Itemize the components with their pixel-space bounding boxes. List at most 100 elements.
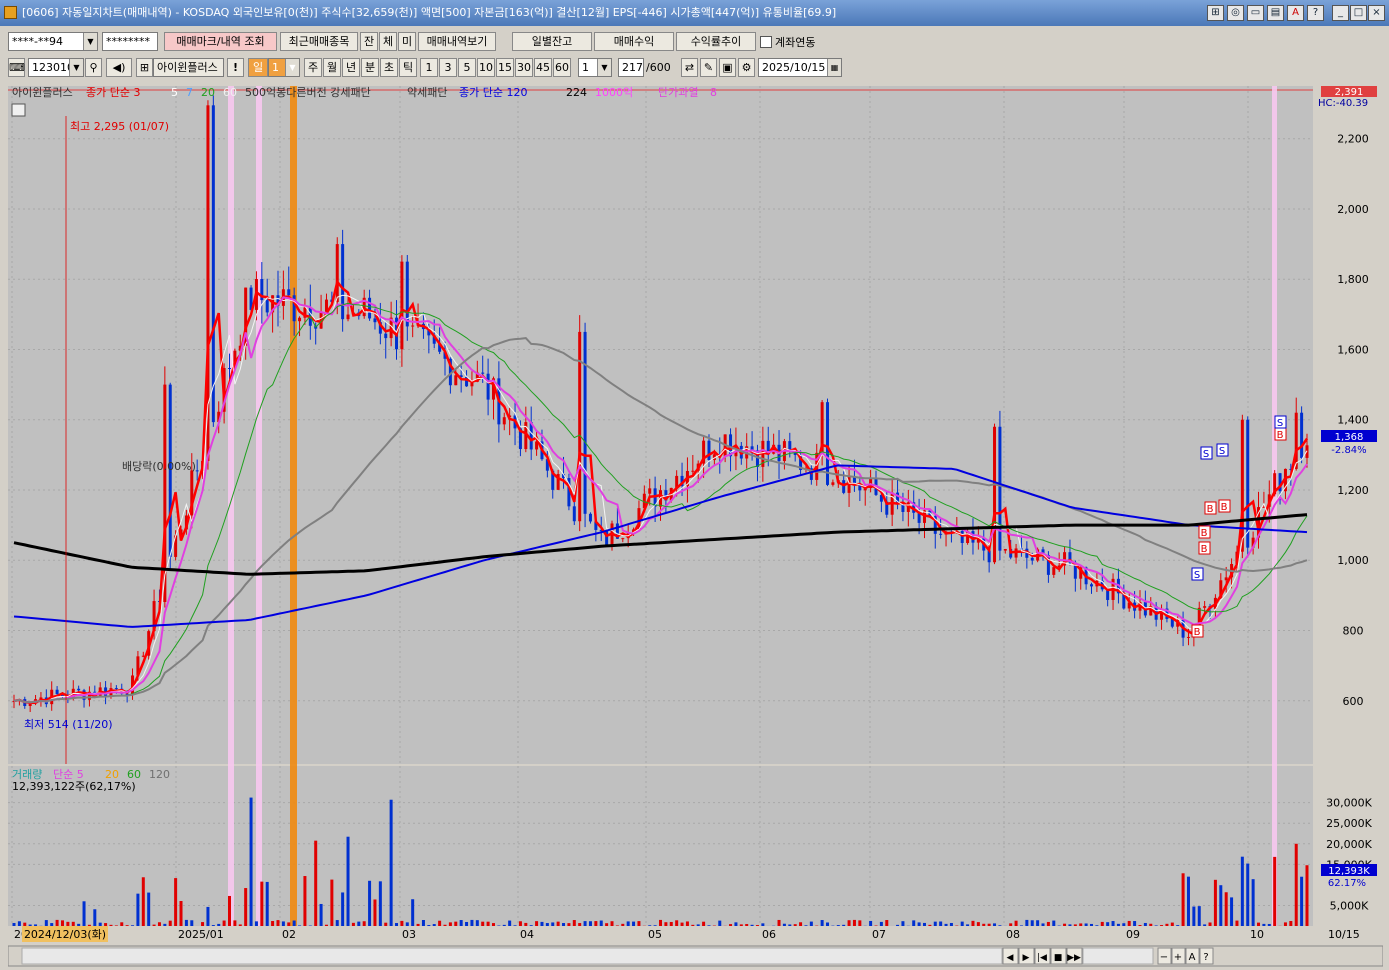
chevron-down-icon[interactable]: ▼ bbox=[69, 59, 83, 76]
volume-bar bbox=[971, 920, 975, 926]
grid-toggle-icon[interactable] bbox=[11, 103, 26, 117]
x-tick-label: 10 bbox=[1250, 928, 1264, 941]
search-icon[interactable]: ⚲ bbox=[85, 58, 102, 77]
help-icon[interactable]: ? bbox=[1307, 5, 1324, 21]
maximize-button[interactable]: □ bbox=[1350, 5, 1367, 21]
period-day-button[interactable]: 일 bbox=[248, 58, 268, 77]
scroll-track[interactable] bbox=[21, 947, 1003, 965]
profit-trend-button[interactable]: 수익률추이 bbox=[676, 32, 756, 51]
candle-body bbox=[55, 689, 59, 695]
account-link-checkbox[interactable] bbox=[760, 36, 772, 48]
x-tick-label: 07 bbox=[872, 928, 886, 941]
period-tab-0[interactable]: 주 bbox=[304, 58, 322, 77]
volume-bar bbox=[491, 923, 495, 926]
volume-bar bbox=[928, 924, 932, 926]
legend-volume-item: 120 bbox=[149, 768, 170, 781]
stock-name[interactable]: 아이윈플러스 bbox=[153, 58, 224, 77]
interval-tab-6[interactable]: 45 bbox=[534, 58, 552, 77]
zoom-slider[interactable] bbox=[1082, 947, 1154, 965]
speaker-icon[interactable]: ◀) bbox=[106, 58, 132, 77]
volume-bar bbox=[131, 925, 135, 926]
tile-icon[interactable]: ⊞ bbox=[1207, 5, 1224, 21]
legend-main-item: 아이윈플러스 bbox=[12, 86, 73, 99]
interval-tab-3[interactable]: 10 bbox=[477, 58, 495, 77]
gear-icon[interactable]: ⚙ bbox=[738, 58, 755, 77]
arrows-icon[interactable]: ⇄ bbox=[681, 58, 698, 77]
volume-bar bbox=[244, 888, 248, 926]
alert-icon[interactable]: ! bbox=[227, 58, 244, 77]
executed-button[interactable]: 체 bbox=[379, 32, 397, 51]
candle-body bbox=[211, 105, 215, 423]
volume-bar bbox=[319, 903, 323, 926]
daily-balance-button[interactable]: 일별잔고 bbox=[512, 32, 592, 51]
x-tick-label: 10/15 bbox=[1328, 928, 1360, 941]
volume-bar bbox=[249, 797, 253, 926]
account-select[interactable]: ****-**94 ▼ bbox=[8, 32, 98, 51]
candle-body bbox=[583, 331, 587, 514]
candle-body bbox=[960, 530, 964, 543]
volume-bar bbox=[454, 921, 458, 926]
volume-bar bbox=[1300, 876, 1304, 926]
volume-bar bbox=[685, 921, 689, 926]
volume-bar bbox=[222, 920, 226, 926]
keyboard-icon[interactable]: ⌨ bbox=[8, 58, 25, 77]
window-title: [0606] 자동일지차트(매매내역) - KOSDAQ 외국인보유[0(천)]… bbox=[22, 6, 837, 19]
calendar-icon[interactable]: ▦ bbox=[827, 59, 841, 76]
candle-body bbox=[648, 488, 652, 494]
volume-bar bbox=[502, 924, 506, 926]
chevron-down-icon[interactable]: ▼ bbox=[597, 59, 611, 76]
interval-tab-2[interactable]: 5 bbox=[458, 58, 476, 77]
trade-history-button[interactable]: 매매내역보기 bbox=[418, 32, 496, 51]
interval-tab-1[interactable]: 3 bbox=[439, 58, 457, 77]
print-icon[interactable]: ▤ bbox=[1267, 5, 1284, 21]
trade-mark-button[interactable]: 매매마크/내역 조회 bbox=[164, 32, 277, 51]
buy-marker-label: B bbox=[1277, 430, 1284, 441]
balance-button[interactable]: 잔 bbox=[360, 32, 378, 51]
trade-profit-button[interactable]: 매매수익 bbox=[594, 32, 674, 51]
candle-body bbox=[588, 513, 592, 522]
period-tab-4[interactable]: 초 bbox=[380, 58, 398, 77]
unfilled-button[interactable]: 미 bbox=[398, 32, 416, 51]
interval-tab-4[interactable]: 15 bbox=[496, 58, 514, 77]
recent-trades-button[interactable]: 최근매매종목 bbox=[280, 32, 358, 51]
password-input[interactable]: ******** bbox=[102, 32, 158, 51]
volume-bar bbox=[987, 923, 991, 926]
volume-bar bbox=[1154, 925, 1158, 926]
stock-chart[interactable]: 2,200 2,000 1,800 1,600 1,400 1,200 1,000 800 60… bbox=[8, 86, 1383, 970]
count-input[interactable]: 217 bbox=[618, 58, 644, 77]
volume-bar bbox=[998, 925, 1002, 926]
stock-code-input[interactable]: 123010 ▼ bbox=[28, 58, 84, 77]
volume-bar bbox=[174, 878, 178, 926]
close-button[interactable]: × bbox=[1368, 5, 1385, 21]
period-num-select[interactable]: 1 ▼ bbox=[268, 58, 300, 77]
volume-bar bbox=[896, 924, 900, 926]
volume-bar bbox=[637, 921, 641, 926]
lock-icon[interactable]: ⊞ bbox=[136, 58, 153, 77]
volume-bar bbox=[653, 925, 657, 926]
minimize-button[interactable]: _ bbox=[1332, 5, 1349, 21]
volume-bar bbox=[104, 923, 108, 926]
period-tab-1[interactable]: 월 bbox=[323, 58, 341, 77]
candle-body bbox=[346, 314, 350, 320]
period-tab-5[interactable]: 틱 bbox=[399, 58, 417, 77]
volume-bar bbox=[82, 901, 86, 926]
chevron-down-icon[interactable]: ▼ bbox=[285, 59, 299, 76]
volume-bar bbox=[1106, 922, 1110, 926]
screen-icon[interactable]: ▭ bbox=[1247, 5, 1264, 21]
link-icon[interactable]: ◎ bbox=[1227, 5, 1244, 21]
scroll-button-label: ■ bbox=[1054, 953, 1063, 963]
pen-icon[interactable]: ✎ bbox=[700, 58, 717, 77]
interval-tab-0[interactable]: 1 bbox=[420, 58, 438, 77]
period-tab-2[interactable]: 년 bbox=[342, 58, 360, 77]
interval-tab-7[interactable]: 60 bbox=[553, 58, 571, 77]
volume-bar bbox=[314, 840, 318, 926]
volume-bar bbox=[1257, 922, 1261, 926]
chevron-down-icon[interactable]: ▼ bbox=[83, 33, 97, 50]
date-input[interactable]: 2025/10/15 ▦ bbox=[758, 58, 842, 77]
font-icon[interactable]: A bbox=[1287, 5, 1304, 21]
interval-tab-5[interactable]: 30 bbox=[515, 58, 533, 77]
hc-label: HC:-40.39 bbox=[1318, 98, 1368, 109]
period-tab-3[interactable]: 분 bbox=[361, 58, 379, 77]
save-icon[interactable]: ▣ bbox=[719, 58, 736, 77]
interval-select[interactable]: 1 ▼ bbox=[578, 58, 612, 77]
